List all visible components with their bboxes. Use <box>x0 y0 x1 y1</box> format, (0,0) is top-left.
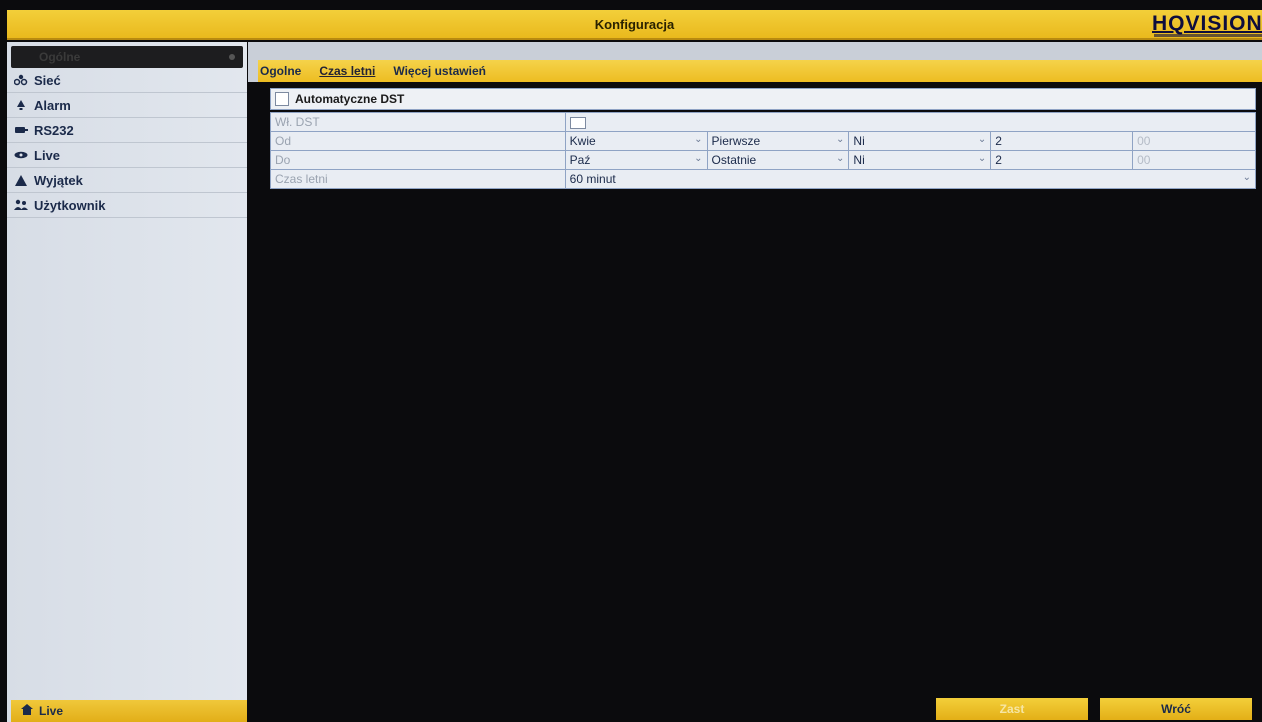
tab-bar: Ogolne Czas letni Więcej ustawień <box>258 60 1262 82</box>
from-month-value: Kwie <box>569 134 596 148</box>
from-month-select[interactable]: Kwie ⌄ <box>564 131 708 151</box>
from-row: Od Kwie ⌄ Pierwsze ⌄ Ni ⌄ 2 00 <box>270 131 1256 151</box>
brand-tagline <box>1154 34 1262 37</box>
to-month-value: Paź <box>569 153 591 167</box>
tab-more-settings[interactable]: Więcej ustawień <box>393 64 486 78</box>
back-button[interactable]: Wróć <box>1100 698 1252 720</box>
sidebar-item-label: Ogólne <box>39 50 81 64</box>
from-minute-value: 00 <box>1137 134 1151 148</box>
sidebar-item-users[interactable]: Użytkownik <box>7 193 247 218</box>
sidebar-item-live[interactable]: Live <box>7 143 247 168</box>
sidebar-item-exception[interactable]: Wyjątek <box>7 168 247 193</box>
sidebar-item-rs232[interactable]: RS232 <box>7 118 247 143</box>
dst-bias-select[interactable]: 60 minut ⌄ <box>564 169 1257 189</box>
chevron-down-icon: ⌄ <box>694 134 703 145</box>
main-panel: Ogolne Czas letni Więcej ustawień Automa… <box>248 42 1262 722</box>
chevron-down-icon: ⌄ <box>977 134 987 145</box>
enable-dst-cell <box>564 112 1257 132</box>
home-icon <box>21 704 33 718</box>
warning-icon <box>13 173 29 187</box>
tab-general[interactable]: Ogolne <box>260 64 301 78</box>
users-icon <box>13 198 29 212</box>
apply-button[interactable]: Zast <box>936 698 1088 720</box>
from-day-select[interactable]: Ni ⌄ <box>848 131 992 151</box>
to-month-select[interactable]: Paź ⌄ <box>564 150 708 170</box>
from-minute-input[interactable]: 00 <box>1132 131 1256 151</box>
to-label: Do <box>270 150 566 170</box>
to-hour-input[interactable]: 2 <box>990 150 1134 170</box>
dst-bias-row: Czas letni 60 minut ⌄ <box>270 169 1257 189</box>
brand-logo: HQVISION <box>1152 12 1262 38</box>
enable-dst-row: Wł. DST <box>270 112 1257 132</box>
dst-bias-label: Czas letni <box>270 169 566 189</box>
to-hour-value: 2 <box>995 153 1002 167</box>
to-minute-value: 00 <box>1137 153 1151 167</box>
sidebar-item-label: Live <box>34 147 61 163</box>
to-row: Do Paź ⌄ Ostatnie ⌄ Ni ⌄ 2 00 <box>270 150 1256 170</box>
dst-bias-value: 60 minut <box>569 172 616 186</box>
chevron-down-icon: ⌄ <box>977 153 987 164</box>
chevron-down-icon: ⌄ <box>836 134 845 145</box>
enable-dst-label: Wł. DST <box>270 112 566 132</box>
sidebar: Ogólne Sieć Alarm RS232 Live Wyjątek Uży… <box>7 42 247 722</box>
sidebar-item-general[interactable]: Ogólne <box>11 46 243 68</box>
sidebar-item-alarm[interactable]: Alarm <box>7 93 247 118</box>
sidebar-item-label: Alarm <box>34 97 71 113</box>
brand-text: HQVISION <box>1152 12 1262 35</box>
chevron-down-icon: ⌄ <box>836 153 845 164</box>
chevron-down-icon: ⌄ <box>694 153 703 164</box>
dst-settings-panel: Automatyczne DST Wł. DST Od Kwie ⌄ Pierws… <box>270 88 1257 189</box>
config-window: Konfiguracja HQVISION Ogólne Sieć Alarm <box>0 0 1262 722</box>
sidebar-item-label: RS232 <box>34 122 74 138</box>
eye-icon <box>13 148 29 162</box>
from-hour-value: 2 <box>995 134 1002 148</box>
sidebar-item-network[interactable]: Sieć <box>7 68 247 93</box>
sidebar-item-label: Sieć <box>34 72 61 88</box>
to-week-select[interactable]: Ostatnie ⌄ <box>706 150 850 170</box>
sidebar-item-label: Wyjątek <box>34 172 83 188</box>
live-view-label: Live <box>39 704 64 718</box>
title-bar: Konfiguracja HQVISION <box>7 10 1262 40</box>
to-day-value: Ni <box>853 153 865 167</box>
to-day-select[interactable]: Ni ⌄ <box>848 150 992 170</box>
chevron-down-icon: ⌄ <box>1242 172 1251 183</box>
from-hour-input[interactable]: 2 <box>990 131 1134 151</box>
alarm-icon <box>13 98 29 112</box>
rs232-icon <box>13 123 29 137</box>
from-day-value: Ni <box>853 134 865 148</box>
to-minute-input[interactable]: 00 <box>1132 150 1256 170</box>
enable-dst-checkbox[interactable] <box>569 116 586 129</box>
window-title: Konfiguracja <box>594 17 675 32</box>
sidebar-item-label: Użytkownik <box>34 197 106 213</box>
auto-dst-row: Automatyczne DST <box>270 88 1256 110</box>
tab-dst[interactable]: Czas letni <box>319 64 375 78</box>
network-icon <box>13 73 29 87</box>
auto-dst-checkbox[interactable] <box>275 92 289 106</box>
selected-indicator-icon <box>229 54 235 60</box>
dst-table: Wł. DST Od Kwie ⌄ Pierwsze ⌄ Ni ⌄ 2 00 Do P… <box>270 112 1257 189</box>
auto-dst-label: Automatyczne DST <box>295 92 405 106</box>
from-week-value: Pierwsze <box>711 134 761 148</box>
to-week-value: Ostatnie <box>711 153 757 167</box>
live-view-button[interactable]: Live <box>11 700 247 722</box>
from-label: Od <box>270 131 566 151</box>
from-week-select[interactable]: Pierwsze ⌄ <box>706 131 850 151</box>
